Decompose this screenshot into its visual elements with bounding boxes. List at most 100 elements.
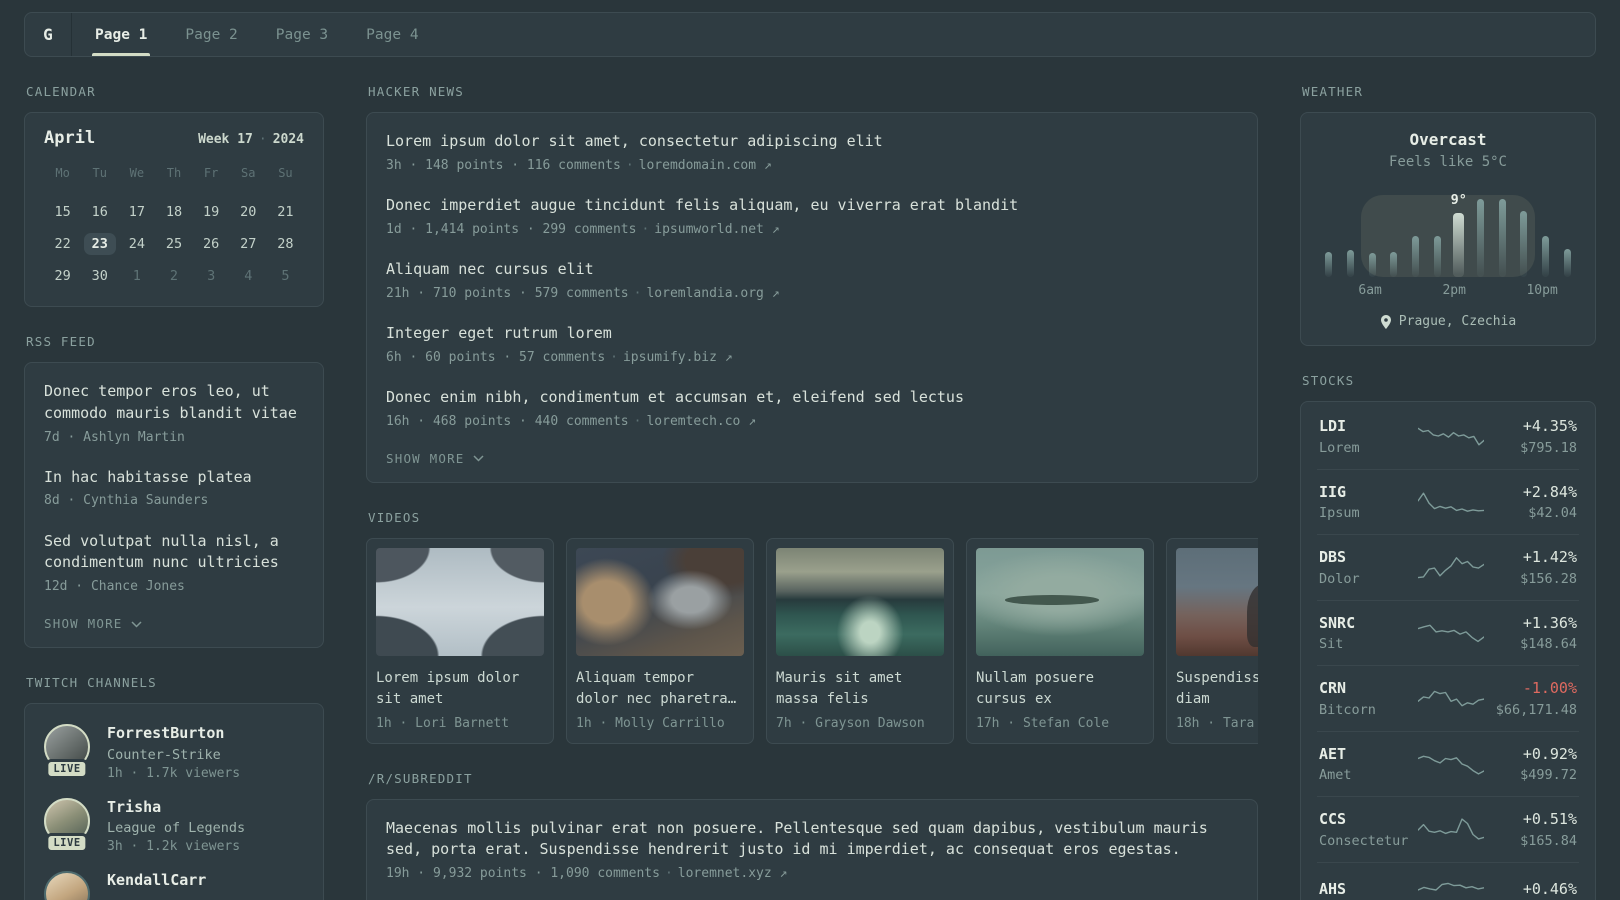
left-column: CALENDAR April Week 17 · 2024 Mo Tu We Th Fr Sa… [24,84,324,900]
weather-bar-slot [1535,197,1557,277]
videos-widget: VIDEOS Lorem ipsum dolor sit amet consec… [366,510,1258,744]
twitch-channel-name[interactable]: Trisha [107,798,245,818]
stock-name: Lorem [1319,439,1360,456]
twitch-section-title: TWITCH CHANNELS [26,675,157,691]
video-title[interactable]: Mauris sit amet massa felis [776,668,944,712]
hackernews-show-more-button[interactable]: SHOW MORE [386,451,1238,466]
rss-item-title[interactable]: In hac habitasse platea [44,467,304,489]
hackernews-post-domain-link[interactable]: loremtech.co ↗ [646,414,756,429]
stock-symbol[interactable]: DBS [1319,548,1411,568]
calendar-day: 15 [44,196,81,228]
tab-page-2[interactable]: Page 2 [166,13,256,56]
hackernews-post-domain-link[interactable]: loremdomain.com ↗ [639,158,772,173]
stock-symbol[interactable]: SNRC [1319,614,1411,634]
stock-row: SNRC Sit +1.36% $148.64 [1317,599,1579,666]
subreddit-post-domain-link[interactable]: loremnet.xyz ↗ [678,866,788,881]
video-thumbnail-boat-wake-city-skyline[interactable] [776,547,944,656]
stock-name: Dolor [1319,570,1360,587]
dot-separator: · [633,413,642,429]
subreddit-widget: /R/SUBREDDIT Maecenas mollis pulvinar er… [366,771,1258,900]
weather-hour-slot [1558,283,1578,298]
dot-separator: · [610,349,618,365]
tab-page-3[interactable]: Page 3 [257,13,347,56]
stock-change: +1.42% [1522,548,1577,566]
stock-sparkline [1417,750,1485,778]
calendar-day: 21 [267,196,304,228]
tab-page-4[interactable]: Page 4 [347,13,437,56]
video-card: Aliquam tempor dolor nec pharetra… 1h · M… [566,537,754,744]
calendar-day-number: 23 [83,233,116,255]
stock-change: +0.46% [1522,879,1577,898]
hackernews-post-meta: 21h · 710 points · 579 comments · loremlan… [386,285,1238,303]
twitch-channel-row: LIVE Trisha League of Legends 3h · 1.2k vie… [44,797,304,854]
calendar-weekday: Tu [92,166,107,180]
dot-separator: · [641,221,650,237]
stock-identity: CRN Bitcorn [1319,679,1411,718]
calendar-day: 2 [155,260,192,292]
video-title[interactable]: Nullam posuere cursus ex [976,668,1144,712]
hackernews-post-domain-link[interactable]: loremlandia.org ↗ [646,286,779,301]
hackernews-post-domain-link[interactable]: ipsumify.biz ↗ [623,350,733,365]
calendar-day-number: 19 [203,204,220,220]
video-thumbnail-person-in-foggy-field[interactable] [1176,547,1258,656]
stock-identity: CCS Consectetur [1319,810,1411,849]
weather-bar [1520,211,1528,277]
twitch-avatar-wrap [44,871,90,900]
hackernews-post-title[interactable]: Integer eget rutrum lorem [386,323,1238,345]
rss-item-title[interactable]: Sed volutpat nulla nisl, a condimentum n… [44,531,304,575]
twitch-channel-name[interactable]: ForrestBurton [107,724,240,744]
hackernews-widget: HACKER NEWS Lorem ipsum dolor sit amet, … [366,84,1258,483]
video-card: Mauris sit amet massa felis 7h · Grayson … [766,537,954,744]
weather-bar [1368,253,1376,277]
rss-show-more-button[interactable]: SHOW MORE [44,616,304,631]
weather-bar [1541,236,1549,277]
video-thumbnail-canoe-on-misty-lake[interactable] [976,547,1144,656]
stock-symbol[interactable]: CCS [1319,810,1411,830]
video-title[interactable]: Suspendisse diam [1176,668,1258,712]
hackernews-post-stats: 16h · 468 points · 440 comments [386,413,629,429]
weather-feels-like: Feels like 5°C [1388,154,1507,170]
stock-values: +0.92% $499.72 [1491,745,1577,784]
hackernews-post-title[interactable]: Aliquam nec cursus elit [386,259,1238,281]
weather-bar-slot [1340,197,1362,277]
video-title[interactable]: Lorem ipsum dolor sit amet consectetu… [376,668,544,712]
twitch-channel-viewers: 1h · 1.7k viewers [107,765,241,781]
video-thumbnail-hands-holding-camera[interactable] [576,547,744,656]
external-link-icon: ↗ [771,285,780,301]
video-title[interactable]: Aliquam tempor dolor nec pharetra… [576,668,744,712]
calendar-day-number: 5 [281,268,290,284]
rss-item-meta: 8d · Cynthia Saunders [44,492,304,510]
video-thumbnail-sky-through-concrete-pillars[interactable] [376,547,544,656]
calendar-card: April Week 17 · 2024 Mo Tu We Th Fr Sa Su 15 16 17… [24,112,324,307]
stock-symbol[interactable]: AHS [1319,880,1411,900]
avatar[interactable] [44,871,90,900]
stock-name: Amet [1319,767,1352,783]
calendar-day: 30 [81,260,118,292]
hackernews-post: Aliquam nec cursus elit 21h · 710 points … [386,259,1238,303]
weather-hour-slot [1466,283,1486,298]
stock-row: DBS Dolor +1.42% $156.28 [1317,534,1579,600]
stock-symbol[interactable]: AET [1319,745,1411,765]
weather-bar-slot: 9° [1448,192,1470,277]
stock-symbol[interactable]: LDI [1319,417,1411,437]
home-logo[interactable]: G [25,13,71,56]
stock-symbol[interactable]: CRN [1319,679,1411,699]
subreddit-post-title[interactable]: Maecenas mollis pulvinar erat non posuer… [386,818,1238,862]
tab-page-1[interactable]: Page 1 [76,13,166,56]
hackernews-post-title[interactable]: Lorem ipsum dolor sit amet, consectetur … [386,131,1238,153]
rss-item-title[interactable]: Donec tempor eros leo, ut commodo mauris… [44,381,304,425]
rss-item-meta: 12d · Chance Jones [44,578,304,596]
hackernews-post-title[interactable]: Donec imperdiet augue tincidunt felis al… [386,195,1238,217]
calendar-day: 22 [44,228,81,260]
weather-bar-slot [1318,197,1340,277]
stock-row: AHS +0.46% [1317,861,1579,900]
twitch-channel-name[interactable]: KendallCarr [107,871,206,891]
calendar-year: 2024 [272,132,304,147]
weather-bar-slot [1470,197,1492,277]
twitch-avatar-wrap: LIVE [44,724,90,780]
stock-symbol[interactable]: IIG [1319,483,1411,503]
hackernews-post-title[interactable]: Donec enim nibh, condimentum et accumsan… [386,387,1238,409]
stock-values: +0.51% $165.84 [1491,810,1577,849]
hackernews-post-domain-link[interactable]: ipsumworld.net ↗ [654,222,779,237]
dot-separator: · [625,157,634,173]
